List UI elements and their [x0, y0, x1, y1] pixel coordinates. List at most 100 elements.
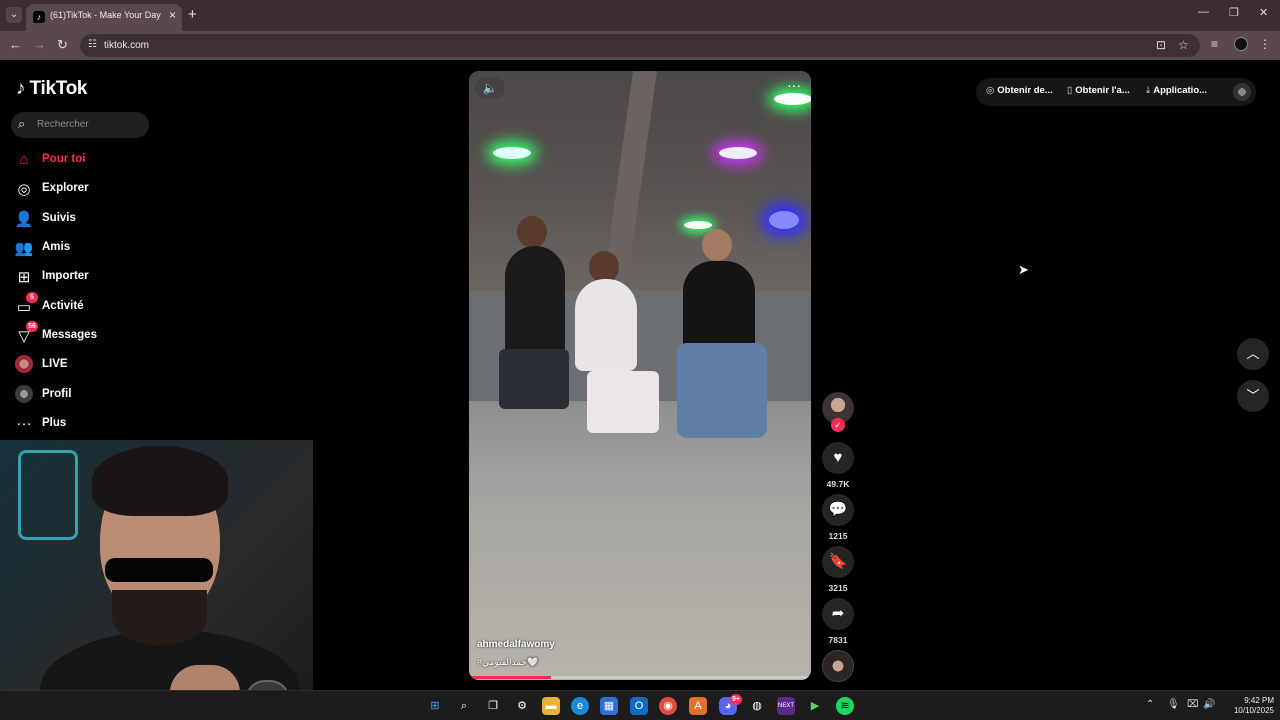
video-ceiling-light — [684, 221, 712, 229]
task-view-icon[interactable]: ❐ — [484, 697, 502, 715]
header-actions: ◎ Obtenir de... ▯ Obtenir l'a... ⤓ Applicat… — [976, 78, 1256, 106]
taskbar-clock[interactable]: 9:42 PM 10/10/2025 — [1222, 696, 1274, 716]
browser-tab-bar: ⌄ ♪ (61)TikTok - Make Your Day × + — ❐ ✕ — [0, 0, 1280, 31]
get-coins-button[interactable]: ◎ Obtenir de... — [986, 85, 1053, 96]
sidebar-item-messages[interactable]: ▽ 56 Messages — [14, 321, 194, 348]
install-app-icon[interactable]: ⊡ — [1156, 38, 1166, 52]
spotify-icon[interactable]: ≋ — [836, 697, 854, 715]
search-input[interactable]: ⌕ Rechercher — [11, 112, 149, 138]
tab-close-icon[interactable]: × — [169, 8, 176, 22]
follow-check-icon[interactable]: ✓ — [831, 418, 845, 432]
video-ceiling-light — [774, 93, 811, 105]
save-button[interactable]: 🔖 — [822, 546, 854, 578]
video-caption[interactable]: #حمدالفيومي🤍 — [477, 657, 538, 668]
sidebar-item-importer[interactable]: ⊞ Importer — [14, 265, 194, 289]
minimize-icon[interactable]: — — [1198, 6, 1209, 18]
music-disc-avatar[interactable] — [822, 650, 854, 682]
tiktok-favicon-icon: ♪ — [33, 11, 45, 23]
forward-icon[interactable]: → — [33, 37, 46, 52]
restore-icon[interactable]: ❐ — [1229, 6, 1239, 19]
save-count: 3215 — [828, 583, 848, 593]
windows-start-icon[interactable]: ⊞ — [426, 697, 444, 715]
outlook-icon[interactable]: O — [630, 697, 648, 715]
comment-button[interactable]: 💬 — [822, 494, 854, 526]
webcam-background-light — [18, 450, 78, 540]
browser-tab[interactable]: ♪ (61)TikTok - Make Your Day × — [26, 4, 182, 31]
new-tab-icon[interactable]: + — [188, 6, 197, 23]
edge-icon[interactable]: e — [571, 697, 589, 715]
video-progress-fill — [469, 676, 552, 679]
address-bar[interactable]: ☷ tiktok.com ⊡ ☆ — [80, 34, 1200, 57]
media-control-icon[interactable]: ≡ — [1211, 37, 1218, 51]
get-app-button[interactable]: ▯ Obtenir l'a... — [1067, 85, 1130, 96]
reload-icon[interactable]: ↻ — [57, 37, 68, 53]
video-ceiling-light — [769, 211, 799, 229]
more-icon: ··· — [16, 415, 32, 432]
search-placeholder: Rechercher — [37, 119, 89, 130]
sidebar-item-live[interactable]: LIVE — [14, 353, 194, 377]
tiktok-logo[interactable]: ♪ TikTok — [16, 78, 87, 100]
sidebar-item-label: LIVE — [42, 358, 68, 370]
video-dancer-right-shirt — [683, 261, 755, 351]
like-button[interactable]: ♥ — [822, 442, 854, 474]
sidebar-item-label: Importer — [42, 270, 89, 282]
taskbar-search-icon[interactable]: ⌕ — [455, 697, 473, 715]
previous-video-button[interactable]: ︿ — [1237, 338, 1269, 370]
sidebar-item-suivis[interactable]: 👤 Suivis — [14, 207, 194, 231]
sidebar-item-label: Plus — [42, 417, 67, 429]
network-icon[interactable]: ⌧ — [1187, 699, 1199, 710]
phone-icon: ▯ — [1067, 85, 1073, 96]
store-icon[interactable]: ▦ — [600, 697, 618, 715]
chrome-menu-icon[interactable]: ⋮ — [1259, 37, 1271, 51]
back-icon[interactable]: ← — [9, 37, 22, 52]
window-close-icon[interactable]: ✕ — [1259, 6, 1268, 19]
sidebar-item-label: Activité — [42, 300, 84, 312]
next-app-icon[interactable]: NEXT — [777, 697, 795, 715]
video-dancer-head — [702, 229, 732, 261]
video-progress-bar[interactable] — [469, 676, 811, 679]
sidebar-item-activite[interactable]: ▭ 5 Activité — [14, 292, 194, 319]
mouse-cursor-icon: ➤ — [1018, 262, 1029, 277]
video-more-icon[interactable]: ··· — [787, 77, 801, 93]
terminal-app-icon[interactable]: ▶ — [806, 697, 824, 715]
tray-chevron-icon[interactable]: ⌃ — [1146, 699, 1154, 710]
video-dancer-right-jeans — [677, 343, 767, 438]
volume-tray-icon[interactable]: 🔊 — [1203, 699, 1215, 710]
video-author-name[interactable]: ahmedalfawomy — [477, 639, 555, 650]
home-icon: ⌂ — [19, 151, 29, 168]
site-info-icon[interactable]: ☷ — [88, 39, 97, 50]
volume-icon[interactable]: 🔈 — [475, 77, 505, 99]
microphone-icon[interactable]: 🎙 — [1167, 699, 1180, 710]
application-button[interactable]: ⤓ Applicatio... — [1146, 85, 1207, 96]
discord-badge: 9+ — [730, 694, 742, 705]
following-icon: 👤 — [14, 211, 34, 228]
application-label: Applicatio... — [1153, 85, 1208, 96]
sidebar-item-label: Profil — [42, 388, 72, 400]
bookmark-star-icon[interactable]: ☆ — [1178, 38, 1189, 52]
coin-icon: ◎ — [986, 85, 995, 96]
chrome-icon[interactable]: ◉ — [659, 697, 677, 715]
sidebar-item-profil[interactable]: Profil — [14, 383, 194, 407]
sidebar-item-label: Amis — [42, 241, 71, 253]
header-profile-avatar[interactable] — [1233, 83, 1251, 101]
sidebar-item-label: Suivis — [42, 212, 76, 224]
file-explorer-icon[interactable]: ▬ — [542, 697, 560, 715]
settings-icon[interactable]: ⚙ — [513, 697, 531, 715]
next-video-button[interactable]: ﹀ — [1237, 380, 1269, 412]
app-a-icon[interactable]: A — [689, 697, 707, 715]
video-dancer-middle-shorts — [587, 371, 659, 433]
sidebar-item-amis[interactable]: 👥 Amis — [14, 236, 194, 260]
logo-text: TikTok — [29, 78, 88, 99]
webcam-overlay — [0, 440, 313, 720]
webcam-sunglasses — [105, 558, 213, 582]
sidebar-item-plus[interactable]: ··· Plus — [14, 412, 194, 436]
browser-toolbar: ← → ↻ ☷ tiktok.com ⊡ ☆ ≡ ⋮ — [0, 31, 1280, 60]
steam-icon[interactable]: ◍ — [748, 697, 766, 715]
sidebar-item-pour-toi[interactable]: ⌂ Pour toi — [14, 148, 194, 172]
browser-profile-avatar[interactable] — [1234, 37, 1248, 51]
webcam-person-hair — [92, 446, 228, 516]
sidebar-item-explorer[interactable]: ◎ Explorer — [14, 177, 194, 201]
video-player[interactable]: 🔈 ··· ahmedalfawomy #حمدالفيومي🤍 — [469, 71, 811, 680]
tab-search-icon[interactable]: ⌄ — [6, 7, 22, 23]
share-button[interactable]: ➦ — [822, 598, 854, 630]
